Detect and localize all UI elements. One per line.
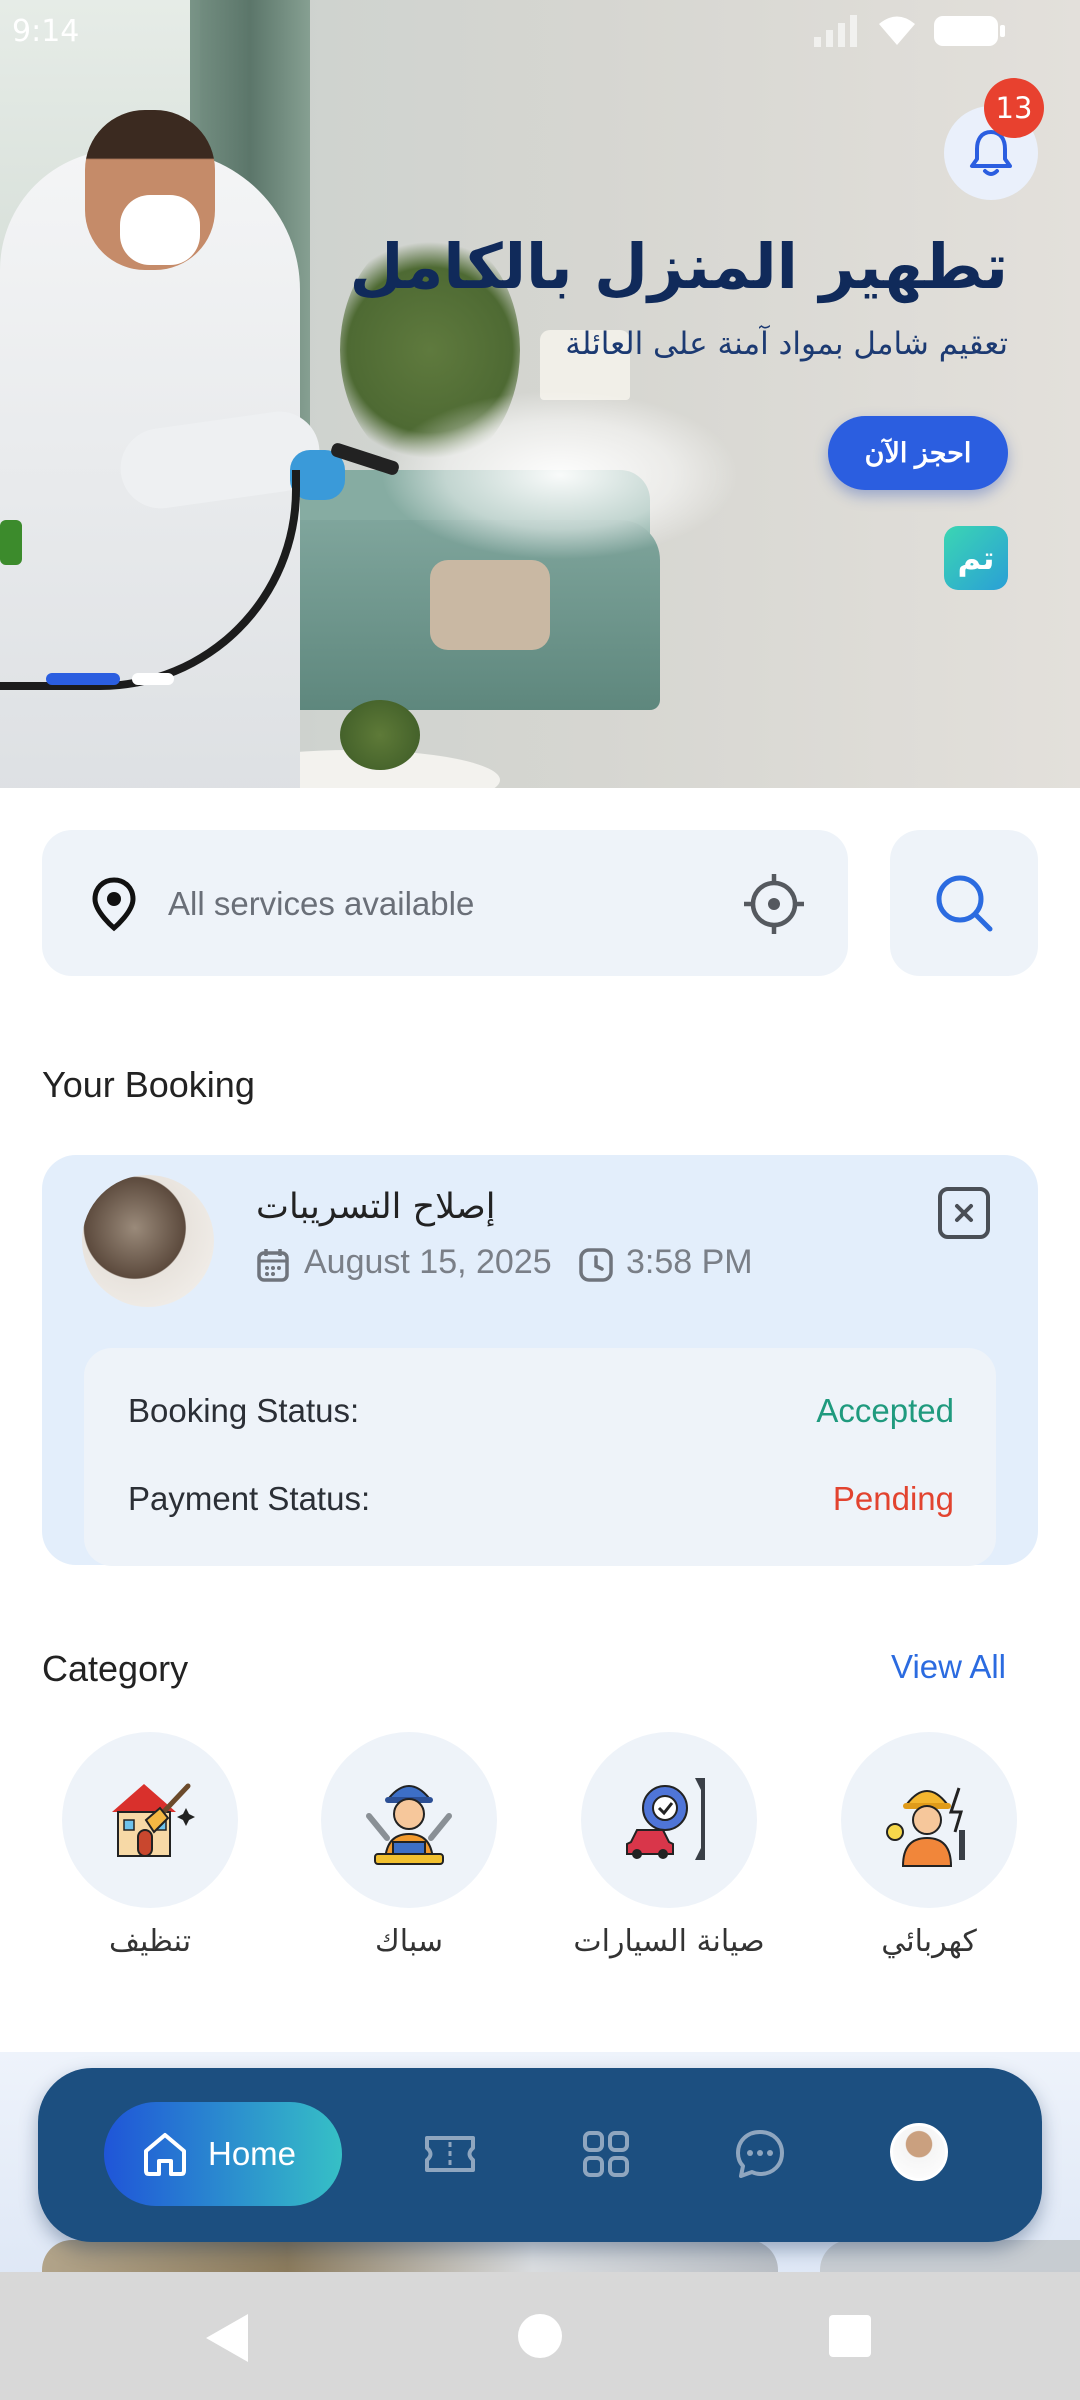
payment-status-label: Payment Status: bbox=[128, 1480, 371, 1517]
carousel-dot[interactable] bbox=[132, 673, 174, 685]
hero-title: تطهير المنزل بالكامل bbox=[349, 230, 1008, 303]
booking-service-name: إصلاح التسريبات bbox=[256, 1187, 496, 1227]
category-label: كهربائي bbox=[881, 1924, 977, 1959]
payment-status-value: Pending bbox=[832, 1480, 954, 1517]
brand-logo: تم bbox=[944, 526, 1008, 590]
hero-spray-mist bbox=[380, 390, 740, 560]
booking-card[interactable]: إصلاح التسريبات August 15, 2025 3:58 PM … bbox=[42, 1155, 1038, 1566]
nav-categories-button[interactable] bbox=[576, 2124, 636, 2184]
category-circle bbox=[62, 1732, 238, 1908]
cancel-booking-button[interactable] bbox=[938, 1187, 990, 1239]
ticket-icon bbox=[425, 2136, 475, 2172]
category-item-plumber[interactable]: سباك bbox=[309, 1732, 509, 1959]
status-panel: Booking Status: Accepted Payment Status:… bbox=[84, 1348, 996, 1566]
search-button[interactable] bbox=[890, 830, 1038, 976]
chat-icon bbox=[736, 2130, 784, 2178]
electrician-icon bbox=[886, 1787, 965, 1867]
booking-status-label: Booking Status: bbox=[128, 1392, 360, 1429]
locate-crosshair-icon[interactable] bbox=[742, 872, 806, 936]
home-circle-icon[interactable] bbox=[518, 2314, 562, 2358]
booking-status-value: Accepted bbox=[816, 1392, 954, 1429]
category-item-cleaning[interactable]: تنظيف bbox=[50, 1732, 250, 1959]
category-label: سباك bbox=[374, 1924, 444, 1959]
category-circle bbox=[321, 1732, 497, 1908]
category-circle bbox=[841, 1732, 1017, 1908]
signal-icon bbox=[814, 15, 857, 47]
status-icons bbox=[814, 14, 1006, 48]
location-pin-icon bbox=[92, 877, 136, 932]
booking-time: 3:58 PM bbox=[626, 1243, 753, 1281]
home-icon bbox=[144, 2133, 186, 2176]
hero-banner[interactable]: تطهير المنزل بالكامل تعقيم شامل بمواد آم… bbox=[0, 0, 1080, 788]
search-icon bbox=[936, 875, 993, 932]
category-label: صيانة السيارات bbox=[573, 1924, 765, 1959]
battery-icon bbox=[934, 16, 1005, 46]
calendar-icon bbox=[257, 1249, 289, 1282]
hero-pillow bbox=[430, 560, 550, 650]
category-label: تنظيف bbox=[108, 1924, 192, 1959]
car-service-icon bbox=[626, 1778, 705, 1860]
carousel-dot-active[interactable] bbox=[46, 673, 120, 685]
search-input[interactable] bbox=[168, 876, 728, 932]
view-all-link[interactable]: View All bbox=[891, 1648, 1006, 1686]
profile-avatar[interactable] bbox=[890, 2123, 948, 2181]
plumber-icon bbox=[366, 1785, 452, 1865]
nav-bookings-button[interactable] bbox=[420, 2124, 480, 2184]
close-icon bbox=[955, 1204, 973, 1222]
back-icon[interactable] bbox=[206, 2314, 248, 2362]
recents-icon[interactable] bbox=[829, 2315, 871, 2357]
grid-icon bbox=[583, 2131, 629, 2177]
search-bar[interactable] bbox=[42, 830, 848, 976]
booking-date: August 15, 2025 bbox=[304, 1243, 552, 1281]
house-cleaning-icon bbox=[112, 1783, 195, 1857]
nav-home-button[interactable]: Home bbox=[104, 2102, 342, 2206]
nav-chat-button[interactable] bbox=[730, 2124, 790, 2184]
booking-section-title: Your Booking bbox=[42, 1064, 255, 1105]
nav-home-label: Home bbox=[208, 2135, 297, 2172]
bottom-navigation: Home bbox=[38, 2068, 1042, 2242]
carousel-indicator bbox=[46, 673, 174, 685]
hero-pot bbox=[340, 700, 420, 770]
hero-tank bbox=[0, 520, 22, 565]
clock-icon bbox=[579, 1248, 613, 1282]
category-item-car-service[interactable]: صيانة السيارات bbox=[569, 1732, 769, 1959]
wifi-icon bbox=[879, 16, 915, 45]
book-now-button[interactable]: احجز الآن bbox=[828, 416, 1008, 490]
category-circle bbox=[581, 1732, 757, 1908]
status-time: 9:14 bbox=[12, 14, 80, 49]
system-navigation-bar bbox=[0, 2272, 1080, 2400]
category-section-title: Category bbox=[42, 1648, 189, 1689]
category-item-electrician[interactable]: كهربائي bbox=[829, 1732, 1029, 1959]
notification-badge: 13 bbox=[984, 78, 1044, 138]
hero-subtitle: تعقيم شامل بمواد آمنة على العائلة bbox=[565, 326, 1008, 362]
hero-person-mask bbox=[120, 195, 200, 265]
service-avatar bbox=[82, 1175, 214, 1307]
